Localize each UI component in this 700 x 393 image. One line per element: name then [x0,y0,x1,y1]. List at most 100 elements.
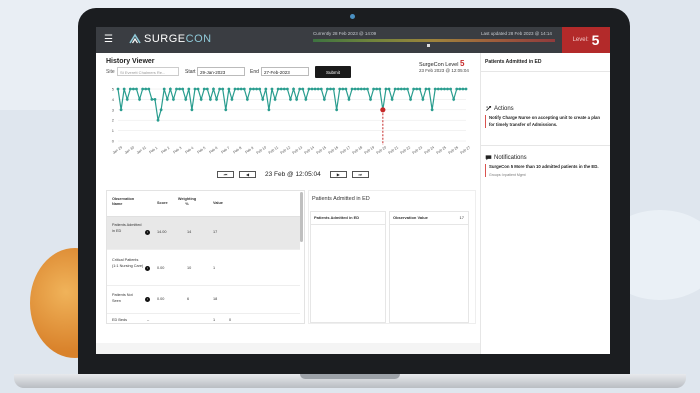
data-point [267,108,271,112]
actions-icon [486,105,492,111]
info-icon[interactable]: i [145,230,150,235]
prev-button[interactable]: ◀ [239,171,256,178]
table-row[interactable]: Patients Not Seen i 0.00 6 18 [107,286,300,314]
x-tick-label: Feb 3 [173,146,183,155]
row-score-empty: – [147,318,150,322]
camera-icon [350,14,355,19]
surgecon-level: SurgeCon Level 5 [419,59,464,68]
data-point [353,87,357,91]
table-row[interactable]: Patients Admitted in ED i 14.00 14 17 [107,217,300,250]
data-point [282,87,286,91]
row-value: 0 [229,318,232,322]
info-icon[interactable]: i [145,266,150,271]
data-point [350,87,354,91]
actions-label: Actions [494,105,514,112]
data-point [464,87,468,91]
data-point [449,87,453,91]
data-point [141,87,145,91]
data-point [159,108,163,112]
end-date-input[interactable]: 27-Feb-2023 [261,67,309,76]
x-tick-label: Feb 7 [221,146,231,155]
surgecon-history-chart[interactable]: 543210Jan 29 Jan 30 Jan 31 Feb 1 Feb 2 Feb 3F… [104,83,476,161]
x-tick-label: Feb 20 [376,145,387,155]
data-point [199,98,203,101]
data-point [326,87,329,91]
x-tick-label: Feb 11 [268,145,279,155]
action-card: Notify Charge Nurse on accepting unit to… [485,115,603,128]
data-point [310,87,314,91]
row-name: Patients Not Seen [112,293,133,303]
data-point [461,87,465,91]
data-point [181,87,185,91]
data-point [233,87,237,91]
x-tick-label: Feb 27 [460,145,471,155]
data-point [236,87,240,91]
data-point [356,87,360,91]
observation-value-header: Observation Value [393,215,428,220]
actions-section-header: Actions [485,105,514,112]
data-point [458,87,462,91]
data-point [409,98,412,101]
row-value: 18 [213,297,218,301]
x-tick-label: Feb 16 [328,145,339,155]
data-point [319,87,323,91]
x-tick-label: Jan 29 [112,145,123,154]
data-point [344,87,348,91]
data-point [415,87,419,91]
submit-button[interactable]: Submit [315,66,351,78]
site-select[interactable]: St Everett Chalmers Re... [117,67,179,76]
logo: SURGECON [129,33,212,45]
data-point [436,87,440,91]
hamburger-icon[interactable]: ☰ [104,35,113,45]
detail-panel: Patients Admitted in ED Patients Admitte… [308,190,476,324]
next-button[interactable]: ▶ [329,171,347,178]
notifications-section-header: Notifications [485,154,527,161]
observation-value: 17 [459,215,464,220]
data-point [285,87,289,91]
data-point [218,87,222,91]
site-label: Site [106,69,115,75]
data-point [362,87,366,91]
x-tick-label: Feb 22 [400,145,411,155]
row-score: 14.00 [157,230,167,234]
info-icon[interactable]: i [145,297,150,302]
data-point [276,87,280,91]
data-point [430,108,434,112]
y-tick-label: 1 [112,128,115,133]
row-value: 1 [213,266,216,270]
timeline-nav: ⏮ ◀ 23 Feb @ 12:05:04 ▶ ⏭ [217,171,369,178]
data-point [292,87,295,91]
row-weight: 10 [187,266,192,270]
data-point [221,87,225,91]
table-row[interactable]: Critical Patients (1:1 Nursing Care) i 0… [107,250,300,286]
laptop-notch [300,374,400,379]
data-point [279,87,283,91]
top-bar: ☰ SURGECON Currently 28 Feb 2023 @ 14:09… [96,27,610,53]
data-point [433,87,437,91]
data-point [122,87,126,91]
observation-table: Observation Name Score Weighting % Value… [106,190,305,324]
data-point [332,87,335,91]
table-scrollbar[interactable] [300,192,303,242]
data-point [230,98,234,101]
x-tick-label: Feb 14 [304,145,315,155]
notification-icon [485,155,492,161]
data-point [128,87,132,91]
row-score: 0.00 [157,297,165,301]
table-row[interactable]: ED Beds – 1 0 [107,314,300,323]
data-point [338,87,342,91]
data-point [212,87,215,91]
data-point [443,87,446,91]
notification-text: SurgeCon 5 More than 10 admitted patient… [489,164,599,169]
status-last-updated: Last updated 28 Feb 2023 @ 14:14 [481,31,552,36]
data-point [187,87,191,91]
data-point [298,87,302,91]
notification-card: SurgeCon 5 More than 10 admitted patient… [485,164,603,177]
level-gauge [313,39,555,42]
first-button[interactable]: ⏮ [217,171,234,178]
start-date-input[interactable]: 29-Jan-2023 [197,67,245,76]
data-point [261,98,265,101]
last-button[interactable]: ⏭ [351,171,369,178]
header-score: Score [157,201,168,205]
x-tick-label: Feb 23 [412,145,423,155]
